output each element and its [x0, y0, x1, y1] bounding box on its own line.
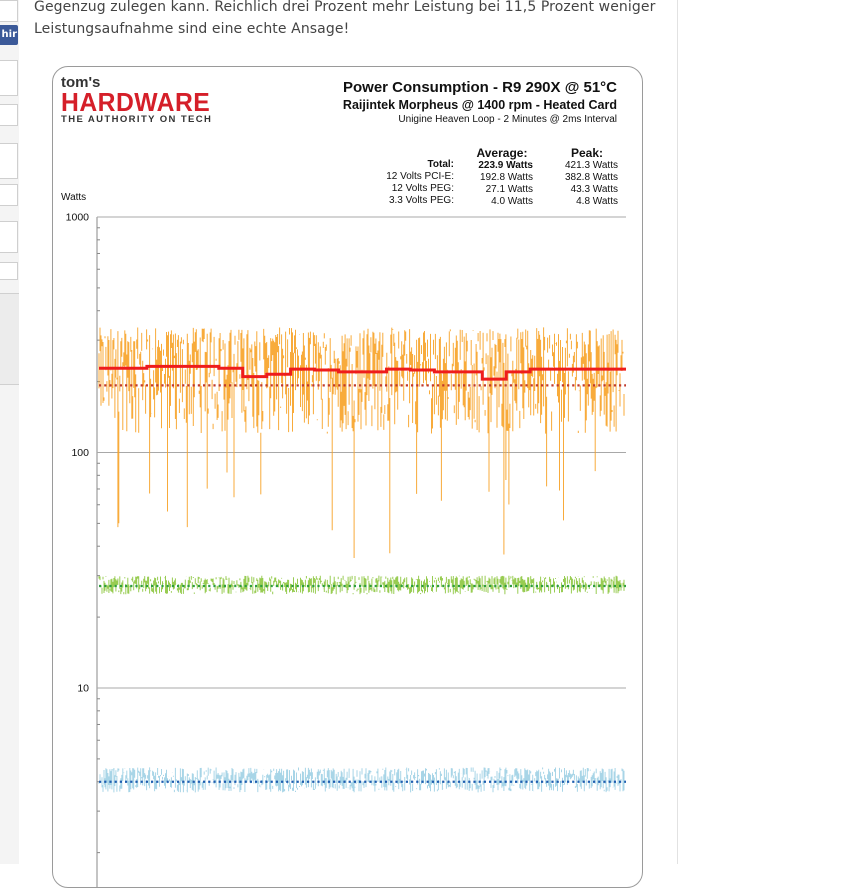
sidebar-box[interactable] [0, 184, 18, 206]
power-chart: 1000 100 10 tom's HARDWARE THE AUTHORITY O… [52, 66, 643, 888]
y-tick-label: 10 [77, 683, 89, 695]
share-button[interactable]: hir [0, 25, 18, 45]
sidebar-box[interactable] [0, 262, 18, 280]
article-body: Gegenzug zulegen kann. Reichlich drei Pr… [34, 0, 674, 40]
series-1 [98, 327, 625, 558]
chart-note: Unigine Heaven Loop - 2 Minutes @ 2ms In… [398, 114, 617, 125]
stat-peak: 421.3 Watts [565, 160, 618, 171]
logo-main: HARDWARE [61, 87, 211, 117]
sidebar-box[interactable] [0, 221, 18, 253]
y-tick-label: 1000 [66, 212, 90, 224]
stats-average: Average: 223.9 Watts 192.8 Watts 27.1 Wa… [471, 146, 533, 208]
article-line: Leistungsaufnahme sind eine echte Ansage… [34, 21, 350, 37]
sidebar-box[interactable] [0, 60, 18, 96]
stat-label: Total: [427, 159, 454, 170]
sidebar-box[interactable] [0, 143, 18, 179]
chart-plot: 1000 100 10 [66, 212, 626, 887]
average-header: Average: [476, 146, 528, 160]
stat-peak: 382.8 Watts [565, 172, 618, 183]
stat-peak: 43.3 Watts [570, 184, 618, 195]
series-3 [98, 767, 625, 793]
y-axis-label: Watts [61, 192, 87, 203]
chart-title: Power Consumption - R9 290X @ 51°C [342, 79, 617, 96]
stat-average: 27.1 Watts [485, 184, 533, 195]
stat-label: 12 Volts PEG: [391, 183, 454, 194]
sidebar-box[interactable] [0, 104, 18, 126]
y-tick-label: 100 [71, 447, 89, 459]
peak-header: Peak: [570, 146, 604, 160]
stat-average: 192.8 Watts [480, 172, 533, 183]
sidebar-input[interactable] [0, 0, 18, 22]
stats-peak: Peak: 421.3 Watts 382.8 Watts 43.3 Watts… [556, 146, 618, 208]
stat-label: 3.3 Volts PEG: [388, 195, 454, 206]
stat-average: 4.0 Watts [491, 196, 533, 207]
stat-average: 223.9 Watts [478, 160, 533, 171]
article-line: Gegenzug zulegen kann. Reichlich drei Pr… [34, 0, 656, 15]
stats-labels: Total: 12 Volts PCI-E: 12 Volts PEG: 3.3… [386, 159, 454, 207]
stat-label: 12 Volts PCI-E: [386, 171, 454, 182]
left-sidebar [0, 0, 19, 864]
sidebar-panel [0, 293, 19, 385]
toms-hardware-logo: tom's HARDWARE THE AUTHORITY ON TECH [61, 75, 218, 125]
stat-peak: 4.8 Watts [576, 196, 618, 207]
content-divider [677, 0, 678, 864]
chart-subtitle: Raijintek Morpheus @ 1400 rpm - Heated C… [342, 98, 617, 112]
